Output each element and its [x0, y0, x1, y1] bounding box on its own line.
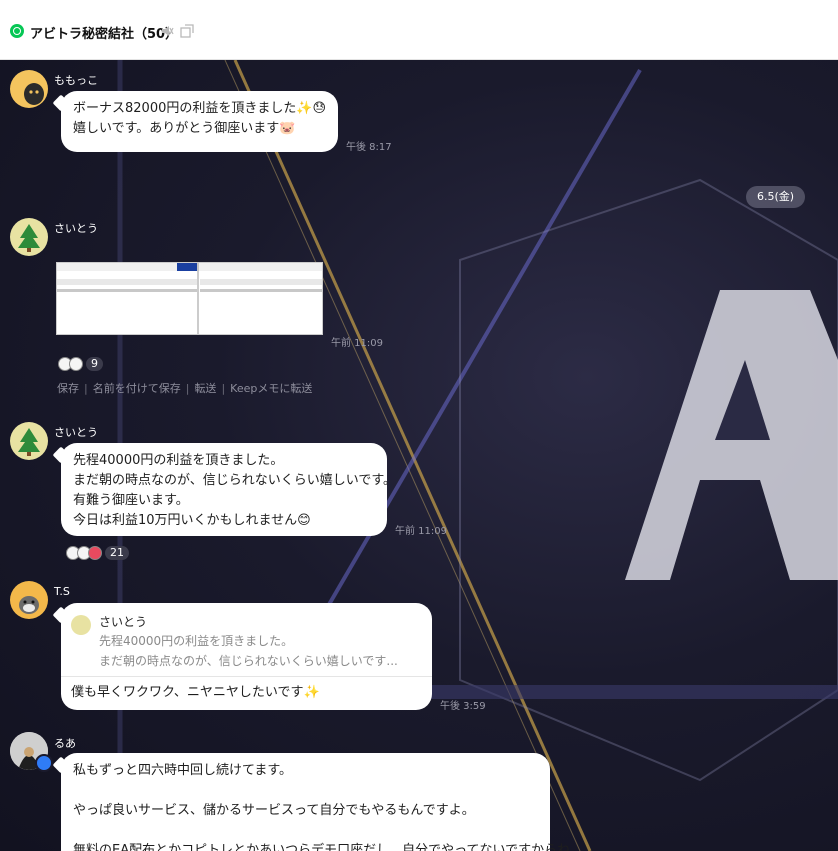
message-time: 午後 8:17 [346, 142, 392, 153]
save-as-action[interactable]: 名前を付けて保存 [93, 382, 181, 395]
reaction-count: 21 [105, 546, 129, 560]
sender-name: るあ [54, 737, 76, 750]
reaction-icon [88, 546, 102, 560]
screenshot-image[interactable] [56, 262, 323, 335]
message-bubble[interactable]: ボーナス82000円の利益を頂きました✨😓 嬉しいです。ありがとう御座います🐷 [52, 91, 338, 152]
message-line [73, 821, 538, 841]
message-line: 嬉しいです。ありがとう御座います🐷 [73, 121, 296, 136]
date-separator: 6.5(金) [746, 186, 806, 208]
message-line [73, 781, 538, 801]
chat-area[interactable]: ももっこ ボーナス82000円の利益を頂きました✨😓 嬉しいです。ありがとう御座… [0, 60, 838, 851]
reactions[interactable]: 9 [58, 356, 103, 372]
avatar[interactable] [10, 70, 48, 108]
message-time: 午前 11:09 [395, 526, 447, 537]
message-line: ボーナス82000円の利益を頂きました✨😓 [73, 101, 327, 116]
message-line: 無料のEA配布とかコピトレとかあいつらデモ口座だし、自分でやってないですからね [73, 843, 571, 851]
popout-icon[interactable] [180, 24, 194, 38]
sender-name: T.S [54, 585, 70, 598]
reaction-icon [69, 357, 83, 371]
quoted-sender: さいとう [99, 615, 148, 629]
message-line: 僕も早くワクワク、ニヤニヤしたいです✨ [71, 685, 320, 700]
keep-forward-action[interactable]: Keepメモに転送 [230, 382, 312, 395]
reply-bubble[interactable]: さいとう 先程40000円の利益を頂きました。 まだ朝の時点なのが、信じられない… [52, 603, 432, 710]
title-bar: アビトラ秘密結社（50） [0, 0, 838, 60]
avatar[interactable] [10, 422, 48, 460]
sender-name: ももっこ [54, 74, 98, 87]
forward-action[interactable]: 転送 [194, 382, 216, 395]
message-line: 有難う御座います。 [73, 493, 189, 508]
avatar[interactable] [10, 218, 48, 256]
message-line: まだ朝の時点なのが、信じられないくらい嬉しいです。 [73, 473, 397, 488]
mute-icon[interactable] [160, 24, 174, 38]
chat-title: アビトラ秘密結社（50） [30, 27, 179, 42]
message-bubble[interactable]: 私もずっと四六時中回し続けてます。 やっぱ良いサービス、儲かるサービスって自分で… [52, 753, 571, 851]
message-line: やっぱ良いサービス、儲かるサービスって自分でもやるもんですよ。 [73, 803, 475, 818]
quoted-line: まだ朝の時点なのが、信じられないくらい嬉しいです... [99, 654, 398, 668]
crown-badge-icon [35, 754, 53, 772]
save-action[interactable]: 保存 [57, 382, 79, 395]
avatar[interactable] [10, 581, 48, 619]
image-actions: 保存 | 名前を付けて保存 | 転送 | Keepメモに転送 [57, 382, 313, 395]
message-bubble[interactable]: 先程40000円の利益を頂きました。 まだ朝の時点なのが、信じられないくらい嬉し… [52, 443, 397, 536]
message-line: 今日は利益10万円いくかもしれません😊 [73, 513, 311, 528]
message-time: 午前 11:09 [331, 338, 383, 349]
reaction-count: 9 [86, 357, 103, 371]
sender-name: さいとう [54, 222, 98, 235]
sender-name: さいとう [54, 426, 98, 439]
quoted-avatar [71, 615, 91, 635]
reactions[interactable]: 21 [66, 545, 129, 561]
message-time: 午後 3:59 [440, 701, 486, 712]
message-line: 私もずっと四六時中回し続けてます。 [73, 763, 293, 778]
quoted-line: 先程40000円の利益を頂きました。 [99, 634, 294, 648]
chat-room-icon [10, 24, 24, 38]
message-line: 先程40000円の利益を頂きました。 [73, 453, 284, 468]
quoted-message[interactable]: さいとう 先程40000円の利益を頂きました。 まだ朝の時点なのが、信じられない… [61, 603, 432, 677]
